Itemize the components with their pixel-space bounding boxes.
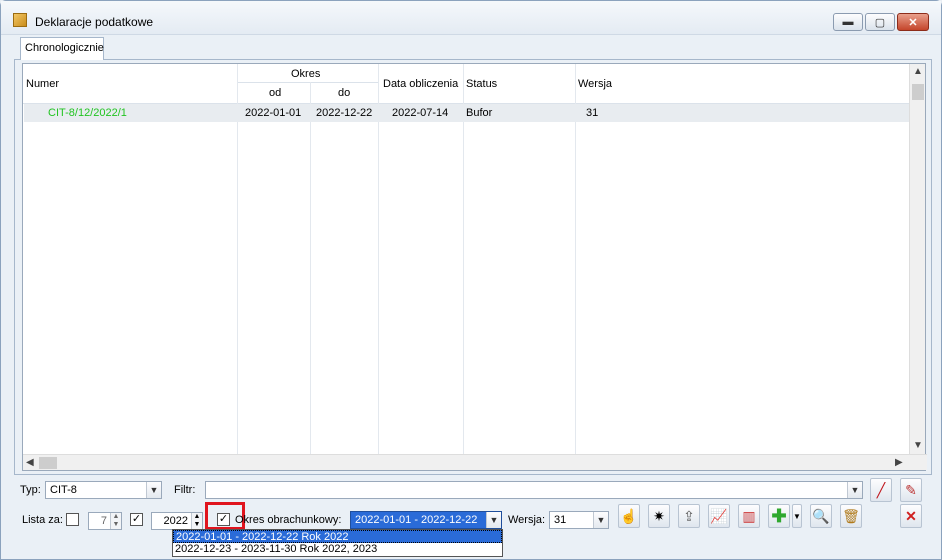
col-separator	[237, 64, 238, 454]
header-do[interactable]: do	[338, 87, 350, 99]
chart-icon[interactable]: 📈	[708, 504, 730, 528]
typ-label: Typ:	[20, 484, 41, 496]
okres-value: 2022-01-01 - 2022-12-22	[355, 514, 478, 526]
typ-select[interactable]: CIT-8 ▼	[45, 481, 162, 499]
cell-do: 2022-12-22	[316, 107, 373, 119]
chevron-down-icon[interactable]: ▼	[593, 512, 608, 528]
okres-label: Okres obrachunkowy:	[235, 514, 342, 526]
chevron-down-icon[interactable]: ▼	[146, 482, 161, 498]
year-stepper[interactable]: 2022 ▲ ▼	[151, 512, 203, 530]
dropdown-option[interactable]: 2022-01-01 - 2022-12-22 Rok 2022	[173, 530, 502, 543]
col-separator	[310, 82, 311, 454]
filtr-input[interactable]: ▼	[205, 481, 863, 499]
search-icon[interactable]: 🔍	[810, 504, 832, 528]
col-separator	[463, 64, 464, 454]
cell-data-obliczenia: 2022-07-14	[392, 107, 449, 119]
declarations-grid: Numer Okres od do Data obliczenia Status…	[22, 63, 927, 471]
chevron-down-icon[interactable]: ▼	[847, 482, 862, 498]
horizontal-scrollbar[interactable]: ◀ ▶	[23, 454, 927, 470]
title-bar: Deklaracje podatkowe ▬ ▢ ✕	[1, 1, 941, 35]
scroll-left-icon[interactable]: ◀	[26, 457, 34, 468]
clear-filter-icon[interactable]: ╱	[870, 478, 892, 502]
delete-icon[interactable]: 🗑	[840, 504, 862, 528]
vertical-scrollbar[interactable]: ▲ ▼	[909, 64, 925, 454]
header-wersja[interactable]: Wersja	[578, 78, 612, 90]
tab-chronologicznie[interactable]: Chronologicznie	[20, 37, 104, 60]
vertical-scroll-thumb[interactable]	[912, 84, 924, 100]
scroll-up-icon[interactable]: ▲	[913, 66, 923, 77]
app-icon	[13, 13, 27, 27]
spin-icon[interactable]: ▲ ▼	[191, 513, 202, 529]
wersja-value: 31	[554, 514, 567, 526]
lista-za-checkbox[interactable]	[66, 513, 79, 526]
cell-numer: CIT-8/12/2022/1	[48, 107, 127, 119]
add-icon[interactable]: ✚	[768, 504, 790, 528]
window-title: Deklaracje podatkowe	[35, 15, 154, 29]
eagle-icon[interactable]: ✷	[648, 504, 670, 528]
lista-za-label: Lista za:	[22, 514, 63, 526]
add-dropdown-icon[interactable]: ▼	[792, 504, 802, 528]
table-row[interactable]: CIT-8/12/2022/1 2022-01-01 2022-12-22 20…	[24, 104, 910, 122]
hand-icon[interactable]: ☝	[618, 504, 640, 528]
wersja-select[interactable]: 31 ▼	[549, 511, 609, 529]
okres-dropdown-list[interactable]: 2022-01-01 - 2022-12-22 Rok 2022 2022-12…	[172, 529, 503, 557]
columns-icon[interactable]: ▥	[738, 504, 760, 528]
cell-od: 2022-01-01	[245, 107, 302, 119]
header-status[interactable]: Status	[466, 78, 497, 90]
header-okres: Okres	[291, 68, 321, 80]
col-separator	[575, 64, 576, 454]
scroll-down-icon[interactable]: ▼	[913, 440, 923, 451]
grid-header: Numer Okres od do Data obliczenia Status…	[23, 64, 911, 104]
dropdown-option[interactable]: 2022-12-23 - 2023-11-30 Rok 2022, 2023	[173, 543, 502, 556]
header-data-obliczenia[interactable]: Data obliczenia	[383, 78, 458, 90]
chevron-down-icon[interactable]: ▼	[486, 512, 501, 528]
minimize-button[interactable]: ▬	[833, 13, 863, 31]
cell-status: Bufor	[466, 107, 493, 119]
close-icon[interactable]: ✕	[900, 504, 922, 528]
year-checkbox[interactable]: ✓	[130, 513, 143, 526]
scroll-right-icon[interactable]: ▶	[895, 457, 903, 468]
header-od[interactable]: od	[269, 87, 281, 99]
col-separator	[378, 64, 379, 454]
wersja-label: Wersja:	[508, 514, 546, 526]
filter-wizard-icon[interactable]: ✎	[900, 478, 922, 502]
horizontal-scroll-thumb[interactable]	[39, 457, 57, 469]
header-divider	[238, 82, 378, 83]
close-button[interactable]: ✕	[897, 13, 929, 31]
typ-value: CIT-8	[50, 484, 77, 496]
okres-select[interactable]: 2022-01-01 - 2022-12-22 ▼	[350, 511, 502, 529]
filtr-label: Filtr:	[174, 484, 196, 496]
cell-wersja: 31	[586, 107, 599, 119]
month-stepper[interactable]: 7 ▲ ▼	[88, 512, 122, 530]
spin-icon[interactable]: ▲ ▼	[110, 513, 121, 529]
maximize-button[interactable]: ▢	[865, 13, 895, 31]
header-numer[interactable]: Numer	[26, 78, 59, 90]
export-icon[interactable]: ⇪	[678, 504, 700, 528]
